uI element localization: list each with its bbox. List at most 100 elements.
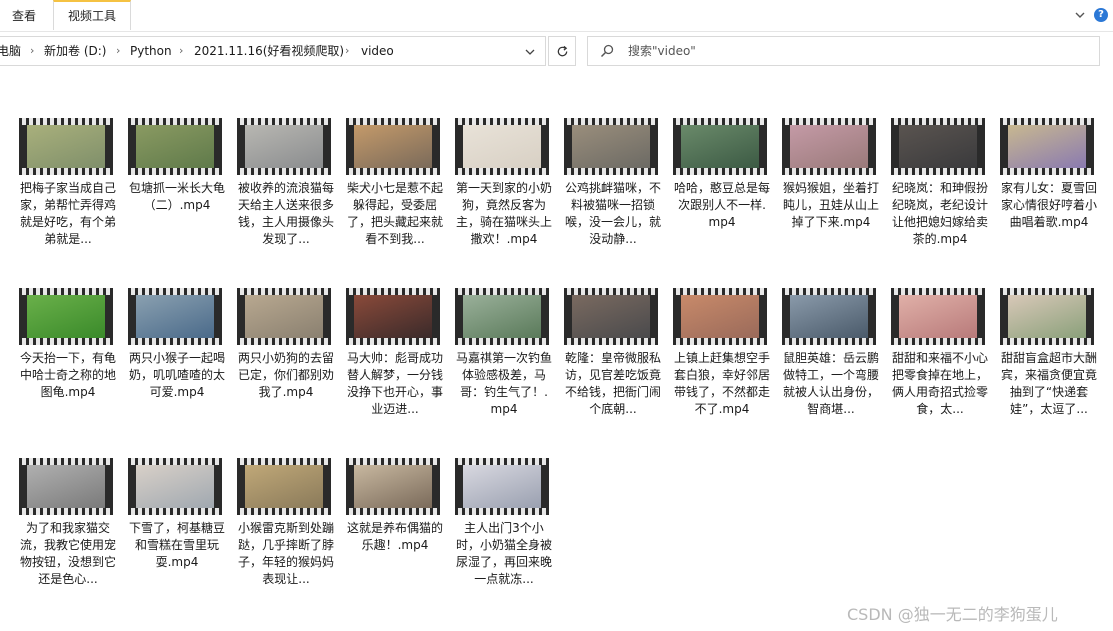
filmstrip-border bbox=[455, 338, 549, 345]
video-thumbnail[interactable] bbox=[128, 118, 222, 175]
video-thumbnail[interactable] bbox=[673, 288, 767, 345]
file-name: 猴妈猴姐，坐着打盹儿，丑娃从山上掉了下来.mp4 bbox=[782, 181, 879, 229]
filmstrip-side bbox=[541, 465, 549, 508]
filmstrip-border bbox=[1000, 338, 1094, 345]
video-thumbnail[interactable] bbox=[237, 288, 331, 345]
tab-video-tools[interactable]: 视频工具 bbox=[53, 0, 131, 30]
filmstrip-side bbox=[782, 125, 790, 168]
filmstrip-side bbox=[564, 295, 572, 338]
tab-view[interactable]: 查看 bbox=[12, 0, 36, 31]
breadcrumb-drive[interactable]: 新加卷 (D:) bbox=[44, 37, 106, 65]
filmstrip-border bbox=[346, 168, 440, 175]
thumbnail-frame bbox=[136, 465, 214, 508]
file-name: 为了和我家猫交流，我教它使用宠物按钮，没想到它还是色心... bbox=[19, 521, 116, 586]
help-icon[interactable]: ? bbox=[1094, 8, 1108, 22]
filmstrip-border bbox=[564, 118, 658, 125]
video-thumbnail[interactable] bbox=[19, 458, 113, 515]
filmstrip-side bbox=[128, 465, 136, 508]
filmstrip-side bbox=[346, 125, 354, 168]
address-bar[interactable]: 电脑 › 新加卷 (D:) › Python › 2021.11.16(好看视频… bbox=[0, 36, 546, 66]
breadcrumb-python[interactable]: Python bbox=[130, 37, 172, 65]
file-name: 纪晓岚：和珅假扮纪晓岚，老纪设计让他把媳妇嫁给卖茶的.mp4 bbox=[891, 181, 988, 246]
filmstrip-border bbox=[782, 338, 876, 345]
ribbon: 查看 视频工具 ? bbox=[0, 0, 1113, 32]
filmstrip-side bbox=[19, 465, 27, 508]
filmstrip-border bbox=[19, 458, 113, 465]
file-name: 马大帅：彪哥成功替人解梦，一分钱没挣下也开心，事业迈进... bbox=[346, 351, 443, 416]
filmstrip-side bbox=[891, 295, 899, 338]
video-thumbnail[interactable] bbox=[237, 458, 331, 515]
file-name: 马嘉祺第一次钓鱼体验感极差，马哥：钓生气了！.mp4 bbox=[455, 351, 552, 416]
file-name: 上镇上赶集想空手套白狼，幸好邻居带钱了，不然都走不了.mp4 bbox=[673, 351, 770, 416]
address-dropdown-icon[interactable] bbox=[524, 47, 536, 57]
file-name: 家有儿女：夏雪回家心情很好哼着小曲唱着歌.mp4 bbox=[1000, 181, 1097, 229]
filmstrip-border bbox=[128, 338, 222, 345]
file-name: 下雪了，柯基糖豆和雪糕在雪里玩耍.mp4 bbox=[128, 521, 225, 569]
filmstrip-side bbox=[759, 125, 767, 168]
video-thumbnail[interactable] bbox=[346, 458, 440, 515]
filmstrip-border bbox=[782, 288, 876, 295]
filmstrip-border bbox=[237, 338, 331, 345]
video-thumbnail[interactable] bbox=[673, 118, 767, 175]
video-thumbnail[interactable] bbox=[782, 288, 876, 345]
video-thumbnail[interactable] bbox=[128, 458, 222, 515]
filmstrip-side bbox=[214, 465, 222, 508]
breadcrumb-pc[interactable]: 电脑 bbox=[0, 37, 21, 65]
filmstrip-border bbox=[564, 168, 658, 175]
thumbnail-frame bbox=[27, 465, 105, 508]
filmstrip-border bbox=[455, 458, 549, 465]
breadcrumb-folder[interactable]: 2021.11.16(好看视频爬取) bbox=[194, 37, 344, 65]
video-thumbnail[interactable] bbox=[346, 288, 440, 345]
chevron-down-icon[interactable] bbox=[1073, 8, 1087, 22]
filmstrip-side bbox=[673, 295, 681, 338]
filmstrip-border bbox=[19, 288, 113, 295]
filmstrip-side bbox=[455, 295, 463, 338]
video-thumbnail[interactable] bbox=[455, 288, 549, 345]
filmstrip-side bbox=[432, 125, 440, 168]
file-name: 甜甜盲盒超市大酬宾，来福贪便宜竟抽到了“快递套娃”，太逗了... bbox=[1000, 351, 1097, 416]
thumbnail-frame bbox=[136, 295, 214, 338]
filmstrip-border bbox=[237, 118, 331, 125]
thumbnail-frame bbox=[790, 125, 868, 168]
thumbnail-frame bbox=[1008, 125, 1086, 168]
video-thumbnail[interactable] bbox=[19, 288, 113, 345]
file-name: 柴犬小七是惹不起躲得起，受委屈了，把头藏起来就看不到我... bbox=[346, 181, 443, 246]
video-thumbnail[interactable] bbox=[564, 288, 658, 345]
breadcrumb-separator-icon[interactable]: › bbox=[116, 37, 120, 65]
video-thumbnail[interactable] bbox=[891, 118, 985, 175]
filmstrip-side bbox=[650, 125, 658, 168]
video-thumbnail[interactable] bbox=[1000, 288, 1094, 345]
filmstrip-side bbox=[1086, 125, 1094, 168]
video-thumbnail[interactable] bbox=[455, 458, 549, 515]
video-thumbnail[interactable] bbox=[782, 118, 876, 175]
video-thumbnail[interactable] bbox=[564, 118, 658, 175]
filmstrip-border bbox=[891, 168, 985, 175]
filmstrip-border bbox=[19, 338, 113, 345]
video-thumbnail[interactable] bbox=[19, 118, 113, 175]
filmstrip-border bbox=[346, 508, 440, 515]
breadcrumb-separator-icon[interactable]: › bbox=[30, 37, 34, 65]
breadcrumb-separator-icon[interactable]: › bbox=[179, 37, 183, 65]
video-thumbnail[interactable] bbox=[891, 288, 985, 345]
search-input[interactable]: 搜索"video" bbox=[628, 37, 696, 65]
video-thumbnail[interactable] bbox=[1000, 118, 1094, 175]
filmstrip-side bbox=[237, 465, 245, 508]
filmstrip-side bbox=[891, 125, 899, 168]
filmstrip-border bbox=[1000, 288, 1094, 295]
filmstrip-side bbox=[977, 125, 985, 168]
video-thumbnail[interactable] bbox=[237, 118, 331, 175]
filmstrip-border bbox=[782, 118, 876, 125]
video-thumbnail[interactable] bbox=[455, 118, 549, 175]
filmstrip-side bbox=[1000, 125, 1008, 168]
filmstrip-border bbox=[19, 118, 113, 125]
breadcrumb-video[interactable]: video bbox=[361, 37, 394, 65]
video-thumbnail[interactable] bbox=[128, 288, 222, 345]
refresh-button[interactable] bbox=[548, 36, 576, 66]
search-box[interactable]: 搜索"video" bbox=[587, 36, 1100, 66]
breadcrumb-separator-icon[interactable]: › bbox=[345, 37, 349, 65]
video-thumbnail[interactable] bbox=[346, 118, 440, 175]
filmstrip-side bbox=[541, 295, 549, 338]
file-name: 包塘抓一米长大龟（二）.mp4 bbox=[128, 181, 225, 212]
filmstrip-border bbox=[128, 168, 222, 175]
filmstrip-border bbox=[455, 118, 549, 125]
